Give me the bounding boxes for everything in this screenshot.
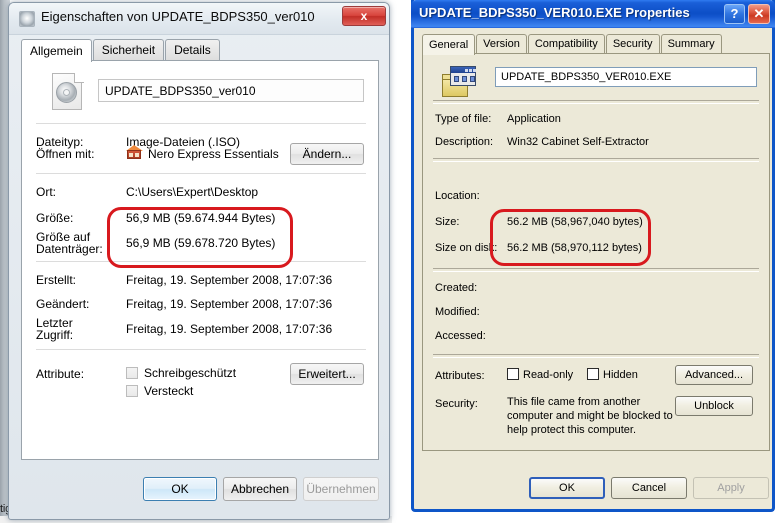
file-properties-dialog-german: Eigenschaften von UPDATE_BDPS350_ver010 … (8, 2, 390, 520)
security-label: Security: (435, 398, 478, 410)
size-label: Größe: (36, 211, 73, 225)
hidden-label: Hidden (603, 369, 638, 381)
divider-2 (36, 173, 366, 174)
tab-panel-general: UPDATE_BDPS350_VER010.EXE Type of file: … (422, 53, 770, 451)
disc-image-icon (19, 11, 35, 27)
location-value: C:\Users\Expert\Desktop (126, 185, 258, 199)
size-label: Size: (435, 216, 459, 228)
divider-1 (36, 123, 366, 124)
tab-security[interactable]: Security (606, 34, 660, 53)
file-properties-dialog-english: UPDATE_BDPS350_VER010.EXE Properties ? ✕… (411, 0, 775, 512)
tab-panel-allgemein: UPDATE_BDPS350_ver010 Dateityp: Image-Da… (21, 60, 379, 460)
open-with-value: Nero Express Essentials (148, 147, 279, 161)
size-value: 56.2 MB (58,967,040 bytes) (507, 216, 643, 228)
modified-label: Geändert: (36, 297, 89, 311)
size-on-disk-label-line2: Datenträger: (36, 242, 103, 256)
created-label: Created: (435, 282, 477, 294)
readonly-checkbox[interactable] (126, 367, 138, 379)
security-text-line2: computer and might be blocked to (507, 410, 673, 422)
divider-3 (433, 268, 759, 272)
nero-express-icon (126, 145, 143, 160)
readonly-label: Read-only (523, 369, 573, 381)
title-bar[interactable]: Eigenschaften von UPDATE_BDPS350_ver010 … (9, 3, 389, 35)
accessed-value: Freitag, 19. September 2008, 17:07:36 (126, 322, 332, 336)
attributes-label: Attribute: (36, 367, 84, 381)
readonly-checkbox[interactable] (507, 368, 519, 380)
close-button[interactable]: ✕ (748, 4, 770, 24)
hidden-checkbox[interactable] (587, 368, 599, 380)
divider-3 (36, 261, 366, 262)
file-name-input[interactable]: UPDATE_BDPS350_VER010.EXE (495, 67, 757, 87)
size-on-disk-value: 56.2 MB (58,970,112 bytes) (507, 242, 642, 254)
divider-2 (433, 158, 759, 162)
size-on-disk-value: 56,9 MB (59.678.720 Bytes) (126, 236, 275, 250)
location-label: Ort: (36, 185, 56, 199)
ok-button[interactable]: OK (143, 477, 217, 501)
tab-version[interactable]: Version (476, 34, 527, 53)
divider-4 (433, 354, 759, 358)
ok-button[interactable]: OK (529, 477, 605, 499)
accessed-label-line2: Zugriff: (36, 328, 73, 342)
created-value: Freitag, 19. September 2008, 17:07:36 (126, 273, 332, 287)
tab-summary[interactable]: Summary (661, 34, 722, 53)
open-with-label: Öffnen mit: (36, 147, 94, 161)
tab-general[interactable]: General (422, 34, 475, 55)
cancel-button[interactable]: Cancel (611, 477, 687, 499)
modified-value: Freitag, 19. September 2008, 17:07:36 (126, 297, 332, 311)
tab-allgemein[interactable]: Allgemein (21, 39, 92, 62)
hidden-checkbox[interactable] (126, 385, 138, 397)
divider-1 (433, 100, 759, 104)
accessed-label: Accessed: (435, 330, 486, 342)
type-of-file-label: Type of file: (435, 113, 491, 125)
advanced-button[interactable]: Erweitert... (290, 363, 364, 385)
cancel-button[interactable]: Abbrechen (223, 477, 297, 501)
title-bar[interactable]: UPDATE_BDPS350_VER010.EXE Properties ? ✕ (411, 0, 775, 28)
dialog-footer: OK Abbrechen Übernehmen (9, 465, 389, 519)
tab-sicherheit[interactable]: Sicherheit (93, 39, 164, 60)
apply-button: Übernehmen (303, 477, 379, 501)
change-button[interactable]: Ändern... (290, 143, 364, 165)
hidden-label: Versteckt (144, 384, 193, 398)
size-value: 56,9 MB (59.674.944 Bytes) (126, 211, 275, 225)
apply-button: Apply (693, 477, 769, 499)
description-value: Win32 Cabinet Self-Extractor (507, 136, 649, 148)
tab-strip: General Version Compatibility Security S… (422, 34, 770, 54)
modified-label: Modified: (435, 306, 480, 318)
iso-disc-image-icon (52, 73, 84, 111)
security-text-line1: This file came from another (507, 396, 640, 408)
security-text-line3: help protect this computer. (507, 424, 636, 436)
tab-details[interactable]: Details (165, 39, 220, 60)
readonly-label: Schreibgeschützt (144, 366, 236, 380)
close-button[interactable]: x (342, 6, 386, 26)
size-on-disk-label: Size on disk: (435, 242, 497, 254)
dialog-footer: OK Cancel Apply (414, 459, 772, 509)
created-label: Erstellt: (36, 273, 76, 287)
attributes-label: Attributes: (435, 370, 485, 382)
file-name-input[interactable]: UPDATE_BDPS350_ver010 (98, 79, 364, 102)
tab-compatibility[interactable]: Compatibility (528, 34, 605, 53)
cabinet-self-extractor-icon (441, 66, 477, 100)
advanced-button[interactable]: Advanced... (675, 365, 753, 385)
help-button[interactable]: ? (724, 4, 745, 24)
tab-strip: Allgemein Sicherheit Details (21, 39, 379, 61)
divider-4 (36, 349, 366, 350)
window-title: Eigenschaften von UPDATE_BDPS350_ver010 (41, 9, 315, 24)
location-label: Location: (435, 190, 480, 202)
description-label: Description: (435, 136, 493, 148)
window-title: UPDATE_BDPS350_VER010.EXE Properties (419, 5, 690, 20)
unblock-button[interactable]: Unblock (675, 396, 753, 416)
type-of-file-value: Application (507, 113, 561, 125)
